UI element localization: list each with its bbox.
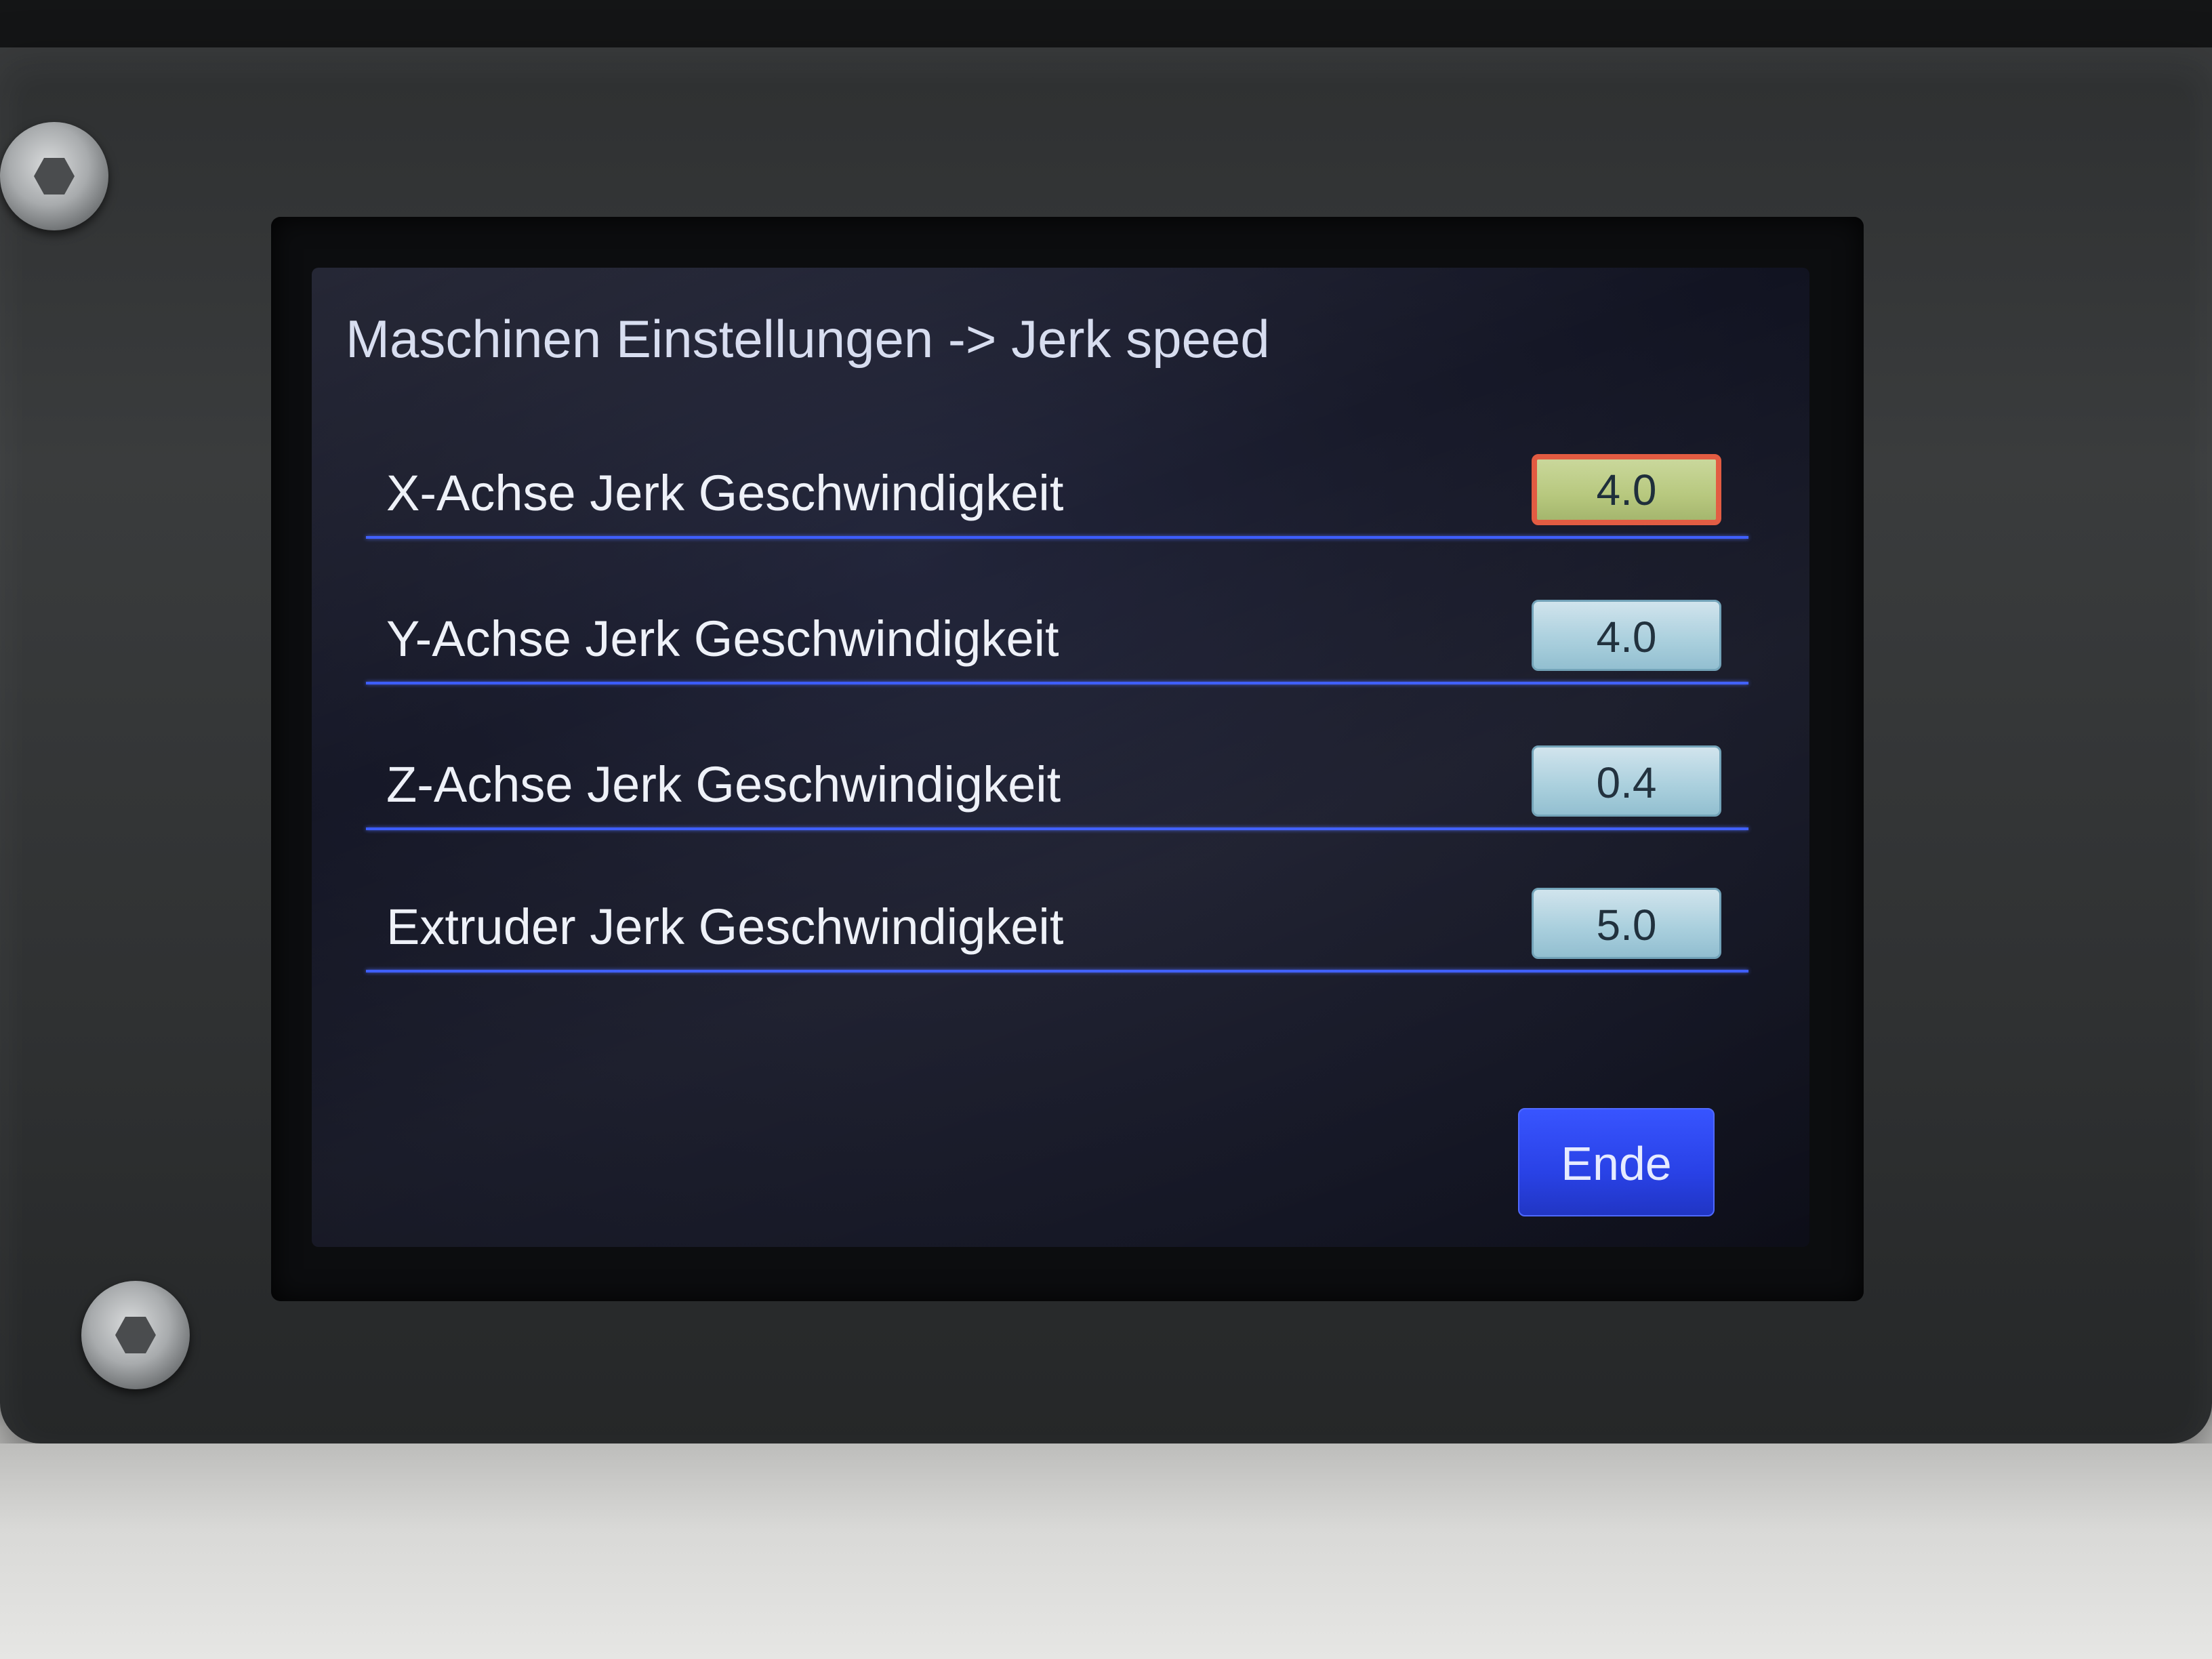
table-surface <box>0 1443 2212 1659</box>
screw-icon <box>81 1281 190 1389</box>
value-field-z-jerk[interactable]: 0.4 <box>1532 745 1721 817</box>
touch-screen: Maschinen Einstellungen -> Jerk speed X-… <box>312 268 1809 1247</box>
setting-row-y-jerk: Y-Achse Jerk Geschwindigkeit 4.0 <box>366 583 1748 684</box>
screw-icon <box>0 122 108 230</box>
setting-label-y-jerk: Y-Achse Jerk Geschwindigkeit <box>386 611 1059 667</box>
value-field-y-jerk[interactable]: 4.0 <box>1532 600 1721 671</box>
setting-row-extruder-jerk: Extruder Jerk Geschwindigkeit 5.0 <box>366 871 1748 972</box>
end-button[interactable]: Ende <box>1518 1108 1715 1216</box>
setting-label-z-jerk: Z-Achse Jerk Geschwindigkeit <box>386 756 1061 813</box>
setting-row-x-jerk: X-Achse Jerk Geschwindigkeit 4.0 <box>366 437 1748 539</box>
page-title: Maschinen Einstellungen -> Jerk speed <box>346 309 1270 369</box>
row-divider <box>366 536 1748 539</box>
setting-label-extruder-jerk: Extruder Jerk Geschwindigkeit <box>386 899 1064 955</box>
row-divider <box>366 970 1748 972</box>
row-divider <box>366 682 1748 684</box>
setting-row-z-jerk: Z-Achse Jerk Geschwindigkeit 0.4 <box>366 729 1748 830</box>
value-field-x-jerk[interactable]: 4.0 <box>1532 454 1721 525</box>
value-field-extruder-jerk[interactable]: 5.0 <box>1532 888 1721 959</box>
row-divider <box>366 827 1748 830</box>
setting-label-x-jerk: X-Achse Jerk Geschwindigkeit <box>386 465 1064 521</box>
